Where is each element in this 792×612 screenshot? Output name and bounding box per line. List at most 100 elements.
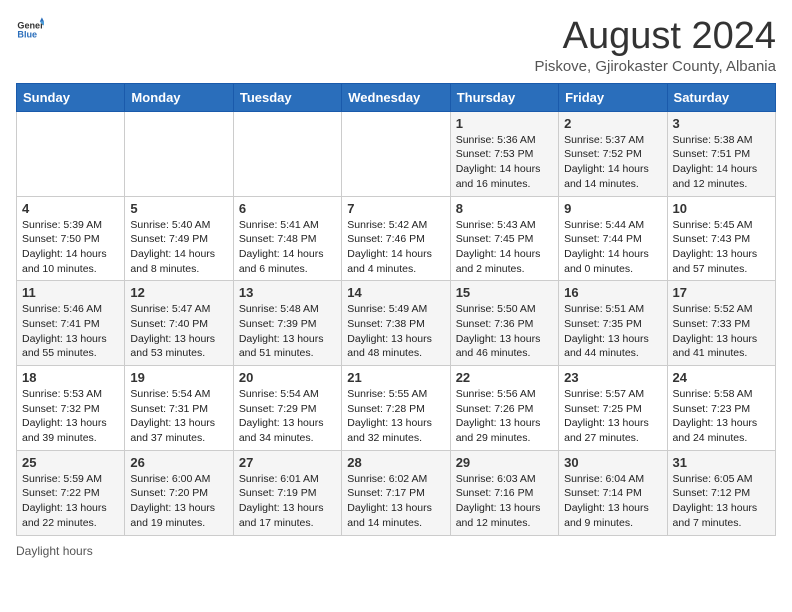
day-info: Sunrise: 5:54 AM Sunset: 7:31 PM Dayligh… xyxy=(130,387,227,446)
calendar-cell: 25 Sunrise: 5:59 AM Sunset: 7:22 PM Dayli… xyxy=(17,450,125,535)
day-number: 18 xyxy=(22,370,119,385)
day-info: Sunrise: 5:41 AM Sunset: 7:48 PM Dayligh… xyxy=(239,218,336,277)
day-info: Sunrise: 5:47 AM Sunset: 7:40 PM Dayligh… xyxy=(130,302,227,361)
calendar-cell: 26 Sunrise: 6:00 AM Sunset: 7:20 PM Dayli… xyxy=(125,450,233,535)
page-title: August 2024 xyxy=(534,16,776,58)
day-info: Sunrise: 5:38 AM Sunset: 7:51 PM Dayligh… xyxy=(673,133,770,192)
calendar-week-3: 11 Sunrise: 5:46 AM Sunset: 7:41 PM Dayli… xyxy=(17,281,776,366)
day-info: Sunrise: 5:58 AM Sunset: 7:23 PM Dayligh… xyxy=(673,387,770,446)
day-info: Sunrise: 5:50 AM Sunset: 7:36 PM Dayligh… xyxy=(456,302,553,361)
calendar-cell: 27 Sunrise: 6:01 AM Sunset: 7:19 PM Dayli… xyxy=(233,450,341,535)
day-info: Sunrise: 5:42 AM Sunset: 7:46 PM Dayligh… xyxy=(347,218,444,277)
calendar-week-5: 25 Sunrise: 5:59 AM Sunset: 7:22 PM Dayli… xyxy=(17,450,776,535)
calendar-header-row: SundayMondayTuesdayWednesdayThursdayFrid… xyxy=(17,83,776,111)
day-number: 27 xyxy=(239,455,336,470)
calendar-cell: 8 Sunrise: 5:43 AM Sunset: 7:45 PM Daylig… xyxy=(450,196,558,281)
day-number: 8 xyxy=(456,201,553,216)
calendar-cell: 22Sunrise: 5:56 AM Sunset: 7:26 PM Dayli… xyxy=(450,366,558,451)
day-number: 16 xyxy=(564,285,661,300)
day-info: Sunrise: 6:00 AM Sunset: 7:20 PM Dayligh… xyxy=(130,472,227,531)
day-info: Sunrise: 5:51 AM Sunset: 7:35 PM Dayligh… xyxy=(564,302,661,361)
day-number: 6 xyxy=(239,201,336,216)
calendar-table: SundayMondayTuesdayWednesdayThursdayFrid… xyxy=(16,83,776,536)
day-info: Sunrise: 5:53 AM Sunset: 7:32 PM Dayligh… xyxy=(22,387,119,446)
calendar-cell: 12 Sunrise: 5:47 AM Sunset: 7:40 PM Dayli… xyxy=(125,281,233,366)
calendar-week-1: 1Sunrise: 5:36 AM Sunset: 7:53 PM Daylig… xyxy=(17,111,776,196)
day-info: Sunrise: 6:01 AM Sunset: 7:19 PM Dayligh… xyxy=(239,472,336,531)
logo-icon: General Blue xyxy=(16,16,44,44)
day-info: Sunrise: 6:03 AM Sunset: 7:16 PM Dayligh… xyxy=(456,472,553,531)
calendar-cell: 18 Sunrise: 5:53 AM Sunset: 7:32 PM Dayli… xyxy=(17,366,125,451)
calendar-cell: 29 Sunrise: 6:03 AM Sunset: 7:16 PM Dayli… xyxy=(450,450,558,535)
day-info: Sunrise: 5:40 AM Sunset: 7:49 PM Dayligh… xyxy=(130,218,227,277)
calendar-cell: 21 Sunrise: 5:55 AM Sunset: 7:28 PM Dayli… xyxy=(342,366,450,451)
col-header-friday: Friday xyxy=(559,83,667,111)
day-info: Sunrise: 5:54 AM Sunset: 7:29 PM Dayligh… xyxy=(239,387,336,446)
day-info: Sunrise: 5:44 AM Sunset: 7:44 PM Dayligh… xyxy=(564,218,661,277)
calendar-cell: 16 Sunrise: 5:51 AM Sunset: 7:35 PM Dayli… xyxy=(559,281,667,366)
day-number: 1 xyxy=(456,116,553,131)
day-number: 29 xyxy=(456,455,553,470)
svg-text:Blue: Blue xyxy=(17,30,37,40)
day-number: 2 xyxy=(564,116,661,131)
day-number: 15 xyxy=(456,285,553,300)
calendar-cell: 5Sunrise: 5:40 AM Sunset: 7:49 PM Daylig… xyxy=(125,196,233,281)
calendar-cell: 17 Sunrise: 5:52 AM Sunset: 7:33 PM Dayli… xyxy=(667,281,775,366)
page-header: General Blue August 2024 Piskove, Gjirok… xyxy=(16,16,776,75)
day-info: Sunrise: 5:37 AM Sunset: 7:52 PM Dayligh… xyxy=(564,133,661,192)
calendar-cell: 30 Sunrise: 6:04 AM Sunset: 7:14 PM Dayli… xyxy=(559,450,667,535)
day-info: Sunrise: 5:43 AM Sunset: 7:45 PM Dayligh… xyxy=(456,218,553,277)
calendar-cell: 10 Sunrise: 5:45 AM Sunset: 7:43 PM Dayli… xyxy=(667,196,775,281)
day-info: Sunrise: 5:55 AM Sunset: 7:28 PM Dayligh… xyxy=(347,387,444,446)
day-number: 11 xyxy=(22,285,119,300)
calendar-cell: 15 Sunrise: 5:50 AM Sunset: 7:36 PM Dayli… xyxy=(450,281,558,366)
day-info: Sunrise: 6:05 AM Sunset: 7:12 PM Dayligh… xyxy=(673,472,770,531)
day-number: 30 xyxy=(564,455,661,470)
calendar-cell: 11 Sunrise: 5:46 AM Sunset: 7:41 PM Dayli… xyxy=(17,281,125,366)
day-number: 25 xyxy=(22,455,119,470)
day-info: Sunrise: 5:46 AM Sunset: 7:41 PM Dayligh… xyxy=(22,302,119,361)
day-info: Sunrise: 6:04 AM Sunset: 7:14 PM Dayligh… xyxy=(564,472,661,531)
day-info: Sunrise: 5:59 AM Sunset: 7:22 PM Dayligh… xyxy=(22,472,119,531)
day-number: 9 xyxy=(564,201,661,216)
day-number: 24 xyxy=(673,370,770,385)
col-header-tuesday: Tuesday xyxy=(233,83,341,111)
day-number: 22 xyxy=(456,370,553,385)
col-header-saturday: Saturday xyxy=(667,83,775,111)
calendar-cell: 20 Sunrise: 5:54 AM Sunset: 7:29 PM Dayli… xyxy=(233,366,341,451)
calendar-cell: 13Sunrise: 5:48 AM Sunset: 7:39 PM Dayli… xyxy=(233,281,341,366)
calendar-cell: 7 Sunrise: 5:42 AM Sunset: 7:46 PM Daylig… xyxy=(342,196,450,281)
day-info: Sunrise: 5:45 AM Sunset: 7:43 PM Dayligh… xyxy=(673,218,770,277)
day-number: 26 xyxy=(130,455,227,470)
calendar-footer: Daylight hours xyxy=(16,544,776,558)
day-number: 12 xyxy=(130,285,227,300)
daylight-hours-label: Daylight hours xyxy=(16,544,93,558)
day-info: Sunrise: 5:57 AM Sunset: 7:25 PM Dayligh… xyxy=(564,387,661,446)
calendar-cell: 24 Sunrise: 5:58 AM Sunset: 7:23 PM Dayli… xyxy=(667,366,775,451)
calendar-week-4: 18 Sunrise: 5:53 AM Sunset: 7:32 PM Dayli… xyxy=(17,366,776,451)
calendar-cell: 19Sunrise: 5:54 AM Sunset: 7:31 PM Dayli… xyxy=(125,366,233,451)
col-header-wednesday: Wednesday xyxy=(342,83,450,111)
calendar-week-2: 4Sunrise: 5:39 AM Sunset: 7:50 PM Daylig… xyxy=(17,196,776,281)
day-number: 17 xyxy=(673,285,770,300)
day-number: 28 xyxy=(347,455,444,470)
calendar-cell: 28Sunrise: 6:02 AM Sunset: 7:17 PM Dayli… xyxy=(342,450,450,535)
calendar-cell: 2 Sunrise: 5:37 AM Sunset: 7:52 PM Daylig… xyxy=(559,111,667,196)
day-number: 7 xyxy=(347,201,444,216)
calendar-cell xyxy=(342,111,450,196)
day-number: 4 xyxy=(22,201,119,216)
day-info: Sunrise: 5:48 AM Sunset: 7:39 PM Dayligh… xyxy=(239,302,336,361)
calendar-cell: 23 Sunrise: 5:57 AM Sunset: 7:25 PM Dayli… xyxy=(559,366,667,451)
day-number: 21 xyxy=(347,370,444,385)
calendar-cell: 4Sunrise: 5:39 AM Sunset: 7:50 PM Daylig… xyxy=(17,196,125,281)
day-number: 3 xyxy=(673,116,770,131)
day-info: Sunrise: 5:52 AM Sunset: 7:33 PM Dayligh… xyxy=(673,302,770,361)
day-number: 20 xyxy=(239,370,336,385)
calendar-cell xyxy=(17,111,125,196)
logo: General Blue xyxy=(16,16,44,44)
day-number: 14 xyxy=(347,285,444,300)
calendar-cell: 1Sunrise: 5:36 AM Sunset: 7:53 PM Daylig… xyxy=(450,111,558,196)
calendar-cell: 9 Sunrise: 5:44 AM Sunset: 7:44 PM Daylig… xyxy=(559,196,667,281)
day-number: 10 xyxy=(673,201,770,216)
day-number: 23 xyxy=(564,370,661,385)
